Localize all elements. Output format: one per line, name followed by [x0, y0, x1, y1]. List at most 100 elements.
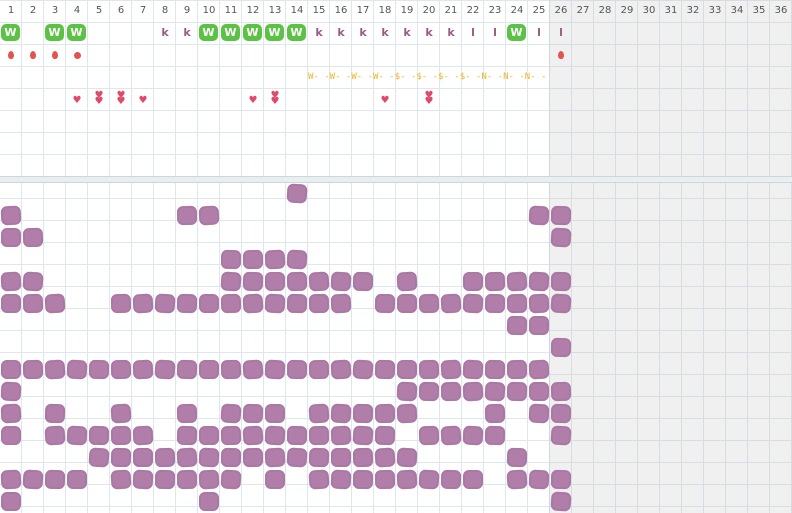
scribble-blob-icon[interactable]: [484, 381, 506, 402]
scribble-blob-icon[interactable]: [506, 381, 528, 402]
scribble-blob-icon[interactable]: [220, 425, 242, 446]
scribble-blob-icon[interactable]: [132, 425, 154, 446]
scribble-blob-icon[interactable]: [110, 359, 132, 380]
scribble-blob-icon[interactable]: [550, 381, 572, 402]
scribble-blob-icon[interactable]: [286, 183, 308, 204]
scribble-blob-icon[interactable]: [1, 492, 21, 511]
workout-badge[interactable]: W: [265, 24, 284, 41]
day-number[interactable]: 13: [264, 4, 286, 18]
drop-icon[interactable]: [558, 51, 564, 59]
scribble-blob-icon[interactable]: [550, 491, 572, 512]
day-number[interactable]: 21: [440, 4, 462, 18]
day-number[interactable]: 31: [660, 4, 682, 18]
scribble-blob-icon[interactable]: [374, 469, 396, 490]
scribble-blob-icon[interactable]: [550, 205, 572, 226]
scribble-blob-icon[interactable]: [286, 447, 308, 468]
scribble-blob-icon[interactable]: [550, 403, 572, 424]
scribble-blob-icon[interactable]: [110, 403, 132, 424]
scribble-blob-icon[interactable]: [506, 315, 528, 336]
scribble-blob-icon[interactable]: [396, 403, 418, 424]
scribble-blob-icon[interactable]: [199, 492, 219, 511]
scribble-blob-icon[interactable]: [242, 271, 264, 292]
scribble-blob-icon[interactable]: [484, 271, 506, 292]
scribble-blob-icon[interactable]: [418, 425, 440, 446]
day-number[interactable]: 8: [154, 4, 176, 18]
scribble-blob-icon[interactable]: [308, 359, 330, 380]
scribble-blob-icon[interactable]: [44, 359, 66, 380]
scribble-blob-icon[interactable]: [308, 293, 330, 314]
day-number[interactable]: 28: [594, 4, 616, 18]
day-number[interactable]: 36: [770, 4, 792, 18]
scribble-blob-icon[interactable]: [484, 293, 506, 314]
scribble-blob-icon[interactable]: [88, 447, 110, 468]
scribble-blob-icon[interactable]: [440, 469, 462, 490]
heart-icon[interactable]: ♥: [242, 96, 264, 106]
scribble-blob-icon[interactable]: [462, 293, 484, 314]
scribble-blob-icon[interactable]: [528, 469, 550, 490]
scribble-blob-icon[interactable]: [199, 294, 219, 313]
workout-badge[interactable]: W: [221, 24, 240, 41]
scribble-blob-icon[interactable]: [506, 469, 528, 490]
scribble-blob-icon[interactable]: [176, 447, 198, 468]
letter-mark[interactable]: k: [396, 26, 418, 39]
scribble-blob-icon[interactable]: [528, 271, 550, 292]
day-number[interactable]: 15: [308, 4, 330, 18]
scribble-blob-icon[interactable]: [550, 271, 572, 292]
scribble-blob-icon[interactable]: [506, 359, 528, 380]
scribble-blob-icon[interactable]: [66, 425, 88, 446]
scribble-blob-icon[interactable]: [528, 293, 550, 314]
letter-mark[interactable]: k: [418, 26, 440, 39]
day-number[interactable]: 33: [704, 4, 726, 18]
scribble-blob-icon[interactable]: [110, 293, 132, 314]
scribble-blob-icon[interactable]: [198, 447, 220, 468]
scribble-blob-icon[interactable]: [132, 293, 154, 314]
scribble-blob-icon[interactable]: [176, 469, 198, 490]
scribble-blob-icon[interactable]: [440, 381, 462, 402]
scribble-blob-icon[interactable]: [110, 425, 132, 446]
day-number[interactable]: 35: [748, 4, 770, 18]
scribble-blob-icon[interactable]: [22, 293, 44, 314]
scribble-blob-icon[interactable]: [0, 381, 22, 402]
scribble-blob-icon[interactable]: [199, 426, 219, 445]
scribble-blob-icon[interactable]: [462, 381, 484, 402]
scribble-blob-icon[interactable]: [352, 425, 374, 446]
scribble-blob-icon[interactable]: [154, 469, 176, 490]
day-number[interactable]: 17: [352, 4, 374, 18]
scribble-blob-icon[interactable]: [132, 359, 154, 380]
scribble-blob-icon[interactable]: [286, 249, 308, 270]
scribble-blob-icon[interactable]: [242, 403, 264, 424]
scribble-blob-icon[interactable]: [308, 271, 330, 292]
letter-mark[interactable]: k: [308, 26, 330, 39]
scribble-blob-icon[interactable]: [242, 447, 264, 468]
scribble-blob-icon[interactable]: [220, 469, 242, 490]
scribble-blob-icon[interactable]: [264, 447, 286, 468]
scribble-blob-icon[interactable]: [418, 469, 440, 490]
scribble-blob-icon[interactable]: [550, 425, 572, 446]
scribble-blob-icon[interactable]: [220, 447, 242, 468]
day-number[interactable]: 4: [66, 4, 88, 18]
scribble-blob-icon[interactable]: [330, 271, 352, 292]
heart-icon[interactable]: ♥ ♥: [264, 91, 286, 107]
scribble-blob-icon[interactable]: [374, 425, 396, 446]
scribble-blob-icon[interactable]: [242, 359, 264, 380]
scribble-blob-icon[interactable]: [484, 359, 506, 380]
letter-mark[interactable]: k: [154, 26, 176, 39]
scribble-blob-icon[interactable]: [529, 382, 549, 401]
scribble-blob-icon[interactable]: [462, 359, 484, 380]
scribble-blob-icon[interactable]: [550, 337, 572, 358]
scribble-blob-icon[interactable]: [22, 359, 44, 380]
scribble-blob-icon[interactable]: [550, 469, 572, 490]
dot-icon[interactable]: [74, 52, 81, 59]
letter-mark[interactable]: k: [330, 26, 352, 39]
day-number[interactable]: 23: [484, 4, 506, 18]
day-number[interactable]: 24: [506, 4, 528, 18]
scribble-blob-icon[interactable]: [374, 447, 396, 468]
scribble-blob-icon[interactable]: [506, 293, 528, 314]
letter-mark[interactable]: l: [462, 26, 484, 39]
scribble-blob-icon[interactable]: [198, 469, 220, 490]
scribble-blob-icon[interactable]: [286, 425, 308, 446]
scribble-blob-icon[interactable]: [463, 470, 483, 489]
letter-mark[interactable]: k: [374, 26, 396, 39]
heart-icon[interactable]: ♥: [66, 96, 88, 106]
scribble-blob-icon[interactable]: [265, 404, 285, 423]
